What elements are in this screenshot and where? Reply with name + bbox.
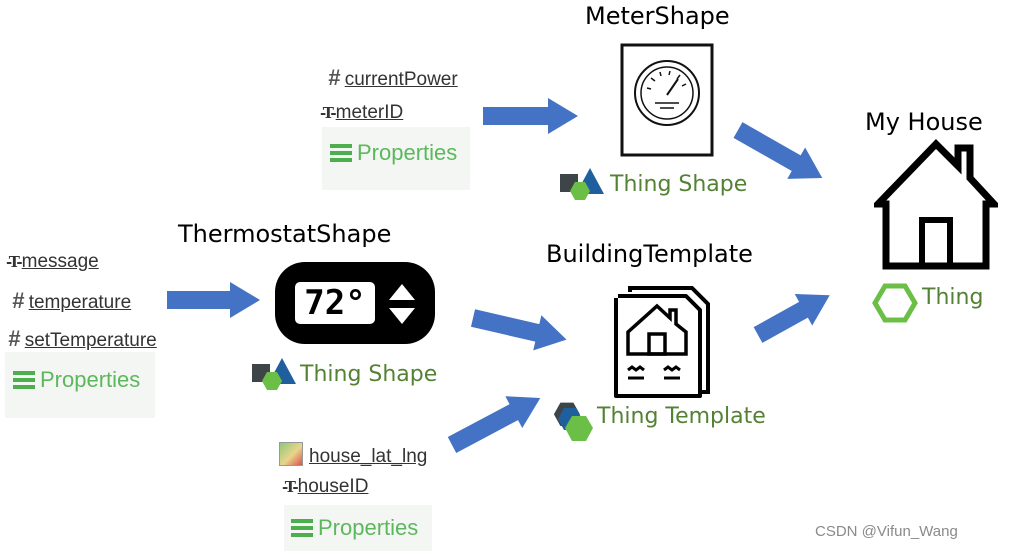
list-icon xyxy=(13,371,35,389)
arrows-layer xyxy=(167,98,830,453)
text-type-icon: -T- xyxy=(282,478,299,496)
thing-shape-icon xyxy=(560,168,604,200)
thermostat-display: 72° xyxy=(295,282,375,324)
thermo-prop-temperature[interactable]: # temperature xyxy=(12,288,131,314)
property-link[interactable]: currentPower xyxy=(345,69,458,90)
house-icon xyxy=(874,139,998,270)
number-icon: # xyxy=(328,65,341,90)
up-down-arrows-icon xyxy=(389,284,415,324)
property-link[interactable]: house_lat_lng xyxy=(309,446,427,467)
house-type-label: Thing xyxy=(922,285,984,310)
property-link[interactable]: temperature xyxy=(29,292,131,313)
building-properties-label: Properties xyxy=(291,515,418,541)
property-link[interactable]: houseID xyxy=(298,476,369,497)
metershape-title: MeterShape xyxy=(585,2,730,30)
thing-hexagon-icon xyxy=(872,283,918,323)
meter-prop-currentpower[interactable]: # currentPower xyxy=(328,65,458,91)
list-icon xyxy=(330,144,352,162)
properties-text: Properties xyxy=(318,515,419,540)
arrow-building-props-to-template xyxy=(447,396,541,453)
arrow-template-to-house xyxy=(753,294,830,343)
thermo-properties-label: Properties xyxy=(13,367,140,393)
properties-text: Properties xyxy=(357,140,458,165)
number-icon: # xyxy=(12,288,25,313)
thermostat-type-label: Thing Shape xyxy=(300,362,438,387)
thing-shape-icon xyxy=(252,358,296,390)
watermark: CSDN @Vifun_Wang xyxy=(815,523,958,540)
arrow-thermo-props-to-thermostat xyxy=(167,282,260,318)
list-icon xyxy=(291,519,313,537)
thermo-prop-message[interactable]: -T-message xyxy=(6,251,99,273)
building-prop-houseid[interactable]: -T-houseID xyxy=(282,476,368,498)
building-template-icon xyxy=(614,286,710,398)
arrow-thermostat-to-template xyxy=(470,309,567,351)
text-type-icon: -T- xyxy=(6,253,23,271)
arrow-meter-props-to-metershape xyxy=(483,98,578,134)
diagram: # currentPower -T-meterID Properties Met… xyxy=(0,0,1009,553)
property-link[interactable]: message xyxy=(22,251,99,272)
number-icon: # xyxy=(8,326,21,351)
thermostatshape-title: ThermostatShape xyxy=(178,220,392,248)
text-type-icon: -T- xyxy=(320,104,337,122)
thermostat-icon: 72° xyxy=(275,262,435,344)
building-prop-location[interactable]: house_lat_lng xyxy=(279,442,427,468)
property-link[interactable]: setTemperature xyxy=(25,330,157,351)
myhouse-title: My House xyxy=(865,108,983,136)
meter-prop-meterid[interactable]: -T-meterID xyxy=(320,102,403,124)
property-link[interactable]: meterID xyxy=(336,102,404,123)
location-icon xyxy=(279,442,303,466)
thing-template-icon xyxy=(553,402,593,441)
building-type-label: Thing Template xyxy=(597,404,766,429)
meter-properties-label: Properties xyxy=(330,140,457,166)
thermo-prop-settemperature[interactable]: # setTemperature xyxy=(8,326,157,352)
meter-type-label: Thing Shape xyxy=(610,172,748,197)
meter-icon xyxy=(620,43,714,157)
buildingtemplate-title: BuildingTemplate xyxy=(546,240,753,268)
properties-text: Properties xyxy=(40,367,141,392)
